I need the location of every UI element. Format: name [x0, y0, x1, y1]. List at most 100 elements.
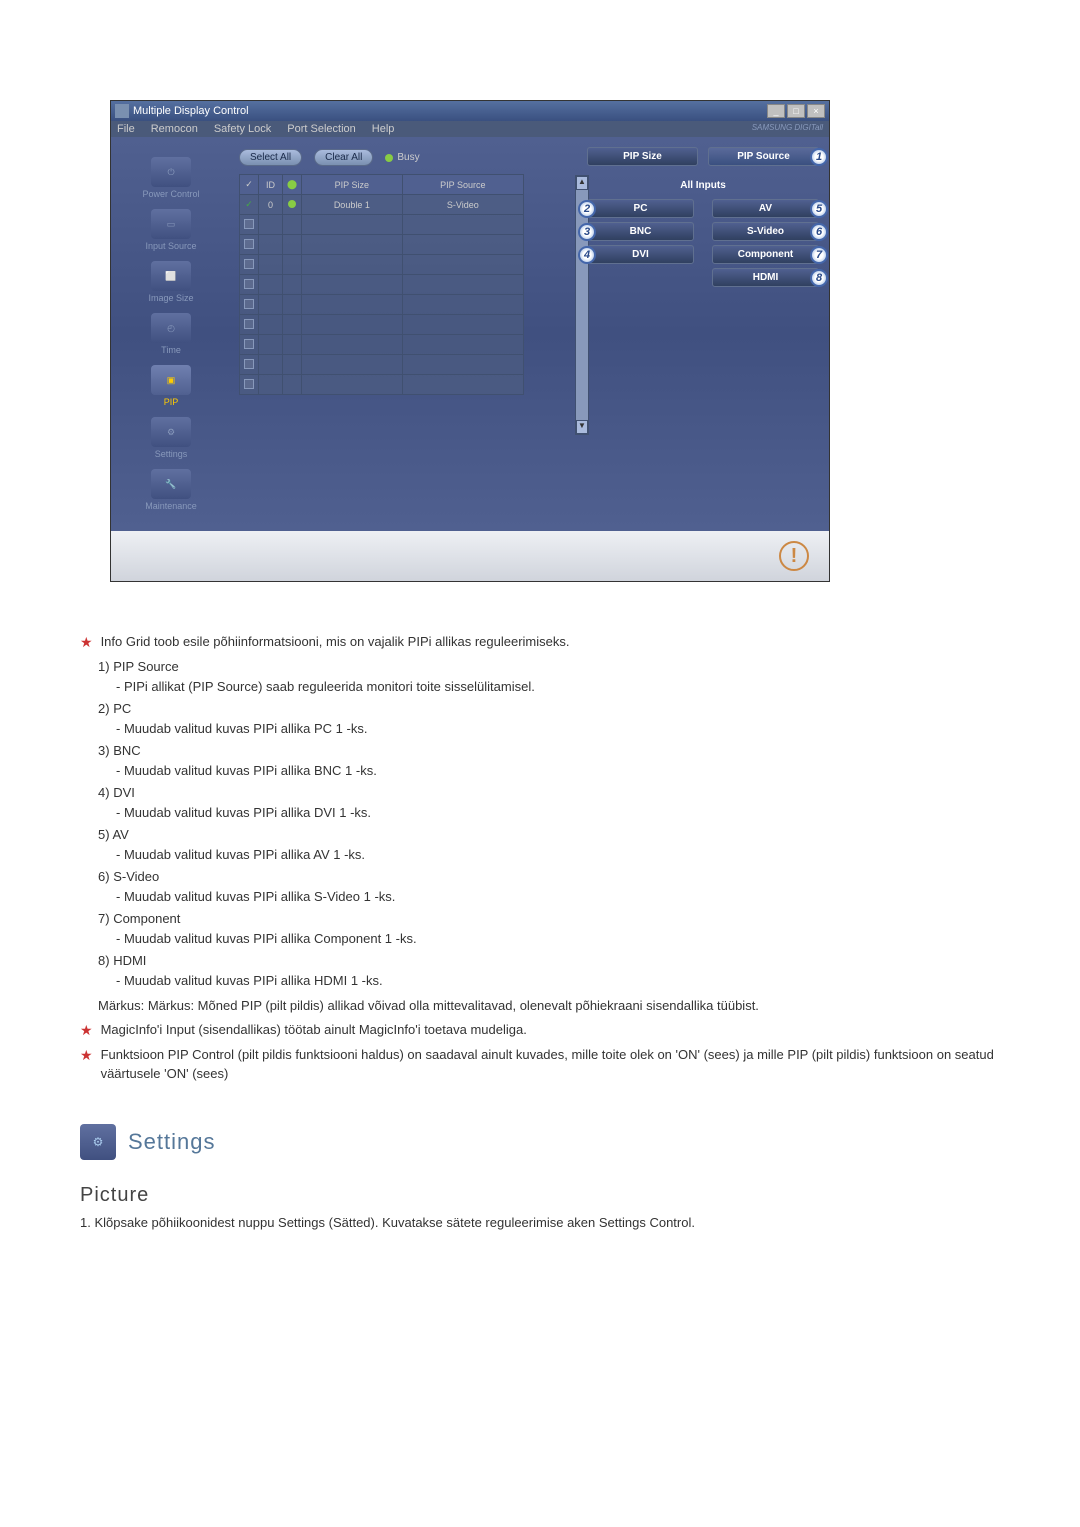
unchecked-icon[interactable]: [244, 339, 254, 349]
sidebar-item-power-control[interactable]: ⏻ Power Control: [117, 157, 225, 199]
cell-pip-source: S-Video: [402, 195, 523, 215]
input-label: PC: [634, 203, 648, 214]
busy-label: Busy: [397, 152, 419, 163]
list-item: 3) BNC - Muudab valitud kuvas PIPi allik…: [98, 741, 1020, 780]
unchecked-icon[interactable]: [244, 379, 254, 389]
all-inputs-label: All Inputs: [587, 180, 819, 191]
sidebar-label: Image Size: [148, 293, 193, 303]
menu-safety-lock[interactable]: Safety Lock: [214, 123, 271, 135]
cell-pip-size: Double 1: [302, 195, 403, 215]
sidebar-item-settings[interactable]: ⚙ Settings: [117, 417, 225, 459]
badge-1: 1: [810, 148, 828, 166]
pip-source-label: PIP Source: [737, 151, 790, 162]
sidebar-label: Time: [161, 345, 181, 355]
badge-2: 2: [578, 200, 596, 218]
scroll-down-icon[interactable]: ▼: [576, 420, 588, 434]
table-row[interactable]: [240, 255, 524, 275]
pip-size-button[interactable]: PIP Size: [587, 147, 698, 166]
badge-7: 7: [810, 246, 828, 264]
input-pc-button[interactable]: 2 PC: [587, 199, 694, 218]
menubar: File Remocon Safety Lock Port Selection …: [111, 121, 829, 137]
intro-text: Info Grid toob esile põhiinformatsiooni,…: [101, 632, 570, 653]
list-item: 7) Component - Muudab valitud kuvas PIPi…: [98, 909, 1020, 948]
picture-title: Picture: [80, 1184, 1020, 1207]
app-window: Multiple Display Control _ □ × File Remo…: [110, 100, 830, 582]
table-row[interactable]: [240, 335, 524, 355]
sidebar-item-input-source[interactable]: ▭ Input Source: [117, 209, 225, 251]
window-controls: _ □ ×: [767, 104, 825, 118]
star-text: MagicInfo'i Input (sisendallikas) töötab…: [101, 1020, 527, 1041]
settings-section-header: ⚙ Settings: [80, 1124, 1020, 1160]
clear-all-button[interactable]: Clear All: [314, 149, 373, 166]
menu-port-selection[interactable]: Port Selection: [287, 123, 355, 135]
info-icon: !: [779, 541, 809, 571]
input-hdmi-button[interactable]: HDMI 8: [712, 268, 819, 287]
select-all-button[interactable]: Select All: [239, 149, 302, 166]
input-label: AV: [759, 203, 772, 214]
sidebar-label: Settings: [155, 449, 188, 459]
table-row[interactable]: [240, 275, 524, 295]
col-check[interactable]: ✓: [240, 175, 259, 195]
time-icon: ◴: [151, 313, 191, 343]
input-svideo-button[interactable]: S-Video 6: [712, 222, 819, 241]
unchecked-icon[interactable]: [244, 239, 254, 249]
sidebar-item-pip[interactable]: ▣ PIP: [117, 365, 225, 407]
pip-source-button[interactable]: PIP Source 1: [708, 147, 819, 166]
star-note: ★ Info Grid toob esile põhiinformatsioon…: [80, 632, 1020, 653]
table-row[interactable]: [240, 355, 524, 375]
checked-icon[interactable]: ✓: [245, 199, 253, 209]
badge-3: 3: [578, 223, 596, 241]
sidebar-item-image-size[interactable]: ⬜ Image Size: [117, 261, 225, 303]
col-pip-size: PIP Size: [302, 175, 403, 195]
brand-logo: SAMSUNG DIGITall: [752, 123, 823, 135]
minimize-button[interactable]: _: [767, 104, 785, 118]
table-row[interactable]: [240, 235, 524, 255]
sidebar-label: Maintenance: [145, 501, 197, 511]
input-label: HDMI: [753, 272, 779, 283]
input-component-button[interactable]: Component 7: [712, 245, 819, 264]
badge-8: 8: [810, 269, 828, 287]
unchecked-icon[interactable]: [244, 319, 254, 329]
input-bnc-button[interactable]: 3 BNC: [587, 222, 694, 241]
input-source-icon: ▭: [151, 209, 191, 239]
table-row[interactable]: [240, 315, 524, 335]
sidebar-item-time[interactable]: ◴ Time: [117, 313, 225, 355]
star-icon: ★: [80, 632, 93, 653]
sidebar-label: Input Source: [145, 241, 196, 251]
input-label: S-Video: [747, 226, 784, 237]
menu-remocon[interactable]: Remocon: [151, 123, 198, 135]
input-dvi-button[interactable]: 4 DVI: [587, 245, 694, 264]
input-av-button[interactable]: AV 5: [712, 199, 819, 218]
unchecked-icon[interactable]: [244, 259, 254, 269]
input-label: Component: [738, 249, 794, 260]
col-id: ID: [259, 175, 283, 195]
settings-icon: ⚙: [151, 417, 191, 447]
note-text: Märkus: Märkus: Mõned PIP (pilt pildis) …: [98, 996, 1020, 1016]
doc-content: ★ Info Grid toob esile põhiinformatsioon…: [80, 632, 1020, 1084]
bottom-bar: !: [111, 531, 829, 581]
table-row[interactable]: ✓ 0 Double 1 S-Video: [240, 195, 524, 215]
info-grid: ✓ ID ⬤ PIP Size PIP Source ✓ 0 Double 1 …: [239, 174, 524, 395]
unchecked-icon[interactable]: [244, 359, 254, 369]
unchecked-icon[interactable]: [244, 219, 254, 229]
input-grid: 2 PC AV 5 3 BNC S-Video 6: [587, 199, 819, 287]
close-button[interactable]: ×: [807, 104, 825, 118]
table-row[interactable]: [240, 295, 524, 315]
input-label: BNC: [630, 226, 652, 237]
star-icon: ★: [80, 1045, 93, 1084]
menu-help[interactable]: Help: [372, 123, 395, 135]
unchecked-icon[interactable]: [244, 279, 254, 289]
unchecked-icon[interactable]: [244, 299, 254, 309]
sidebar: ⏻ Power Control ▭ Input Source ⬜ Image S…: [111, 137, 231, 531]
menu-file[interactable]: File: [117, 123, 135, 135]
table-row[interactable]: [240, 375, 524, 395]
col-status: ⬤: [283, 175, 302, 195]
image-size-icon: ⬜: [151, 261, 191, 291]
sidebar-item-maintenance[interactable]: 🔧 Maintenance: [117, 469, 225, 511]
app-icon: [115, 104, 129, 118]
picture-desc: 1. Klõpsake põhiikoonidest nuppu Setting…: [80, 1215, 1020, 1230]
main-area: Select All Clear All Busy ✓ ID ⬤ PIP Siz…: [231, 137, 829, 531]
numbered-list: 1) PIP Source - PIPi allikat (PIP Source…: [98, 657, 1020, 1016]
maximize-button[interactable]: □: [787, 104, 805, 118]
table-row[interactable]: [240, 215, 524, 235]
